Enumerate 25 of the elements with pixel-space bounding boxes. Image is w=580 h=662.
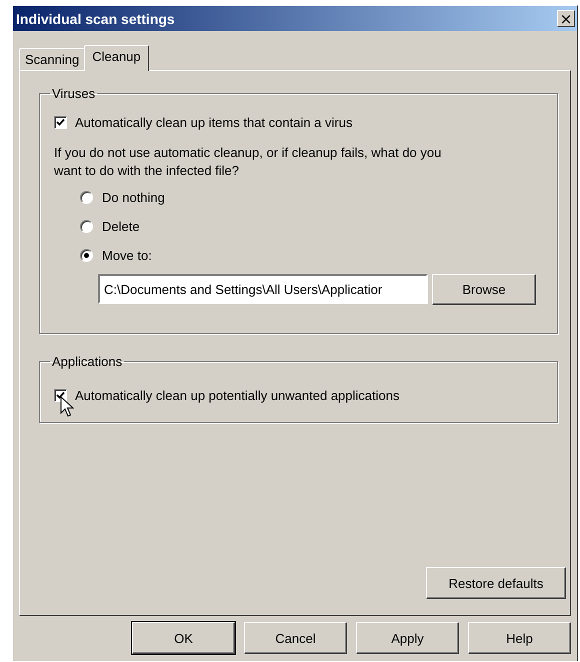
dialog-button[interactable]: Apply (356, 622, 459, 654)
tab[interactable]: Cleanup (84, 45, 149, 71)
question-text: If you do not use automatic cleanup, or if cleanup fails, what do you want to do with the infected file? (54, 144, 442, 180)
group-title: Viruses (51, 86, 96, 101)
dialog-button[interactable]: OK (132, 622, 235, 654)
tab[interactable]: Scanning (19, 48, 86, 70)
path-field[interactable]: C:\Documents and Settings\All Users\Applicatior (98, 274, 428, 304)
radio-label: Delete (102, 219, 140, 234)
browse-button[interactable]: Browse (432, 274, 536, 305)
group-title: Applications (51, 354, 124, 369)
close-button[interactable]: × (557, 10, 575, 27)
checkbox[interactable] (54, 116, 67, 129)
checkbox-label: Automatically clean up potentially unwanted applications (75, 388, 400, 403)
radio-button[interactable] (80, 249, 93, 262)
restore-defaults-button[interactable]: Restore defaults (426, 567, 566, 599)
window-title: Individual scan settings (16, 10, 175, 26)
dialog-button[interactable]: Cancel (244, 622, 347, 654)
checkbox-label: Automatically clean up items that contain a virus (75, 115, 352, 130)
radio-button[interactable] (80, 220, 93, 233)
radio-label: Move to: (102, 248, 152, 263)
radio-label: Do nothing (102, 190, 165, 205)
checkbox[interactable] (54, 389, 67, 402)
mouse-pointer-icon (60, 396, 74, 418)
dialog-button[interactable]: Help (468, 622, 571, 654)
radio-button[interactable] (80, 191, 93, 204)
